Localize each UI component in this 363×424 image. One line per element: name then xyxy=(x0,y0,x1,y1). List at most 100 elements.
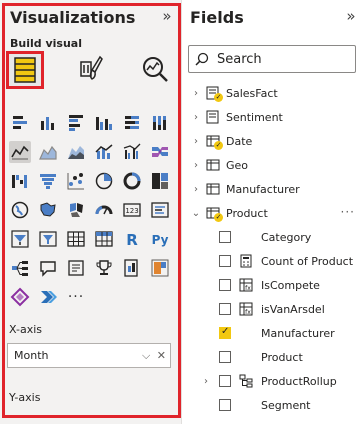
matrix-icon[interactable] xyxy=(93,228,115,250)
field-row-iscompete[interactable]: fx IsCompete xyxy=(182,274,363,296)
field-checkbox[interactable] xyxy=(219,231,231,243)
r-script-visual-icon[interactable]: R xyxy=(121,228,143,250)
area-chart-icon[interactable] xyxy=(37,141,59,163)
field-label: isVanArsdel xyxy=(261,302,325,316)
qna-icon[interactable] xyxy=(37,257,59,279)
funnel-chart-icon[interactable] xyxy=(37,170,59,192)
chevron-down-icon[interactable]: ⌵ xyxy=(142,349,150,362)
checked-badge-icon: ✓ xyxy=(214,141,223,150)
build-visual-button[interactable] xyxy=(6,51,44,89)
100-stacked-column-chart-icon[interactable] xyxy=(149,112,171,134)
table-row-product[interactable]: ⌄ ✓ Product ··· xyxy=(182,202,363,224)
format-visual-button[interactable] xyxy=(76,50,112,90)
calculator-icon xyxy=(239,254,253,268)
smart-narrative-icon[interactable] xyxy=(65,257,87,279)
field-row-isvanarsdel[interactable]: fx isVanArsdel xyxy=(182,298,363,320)
map-icon[interactable] xyxy=(9,199,31,221)
trophy-icon[interactable] xyxy=(93,257,115,279)
chevron-right-icon[interactable]: › xyxy=(190,184,202,195)
magnifier-chart-icon xyxy=(143,57,168,82)
card-icon[interactable]: 123 xyxy=(121,199,143,221)
collapse-visualizations-icon[interactable]: » xyxy=(158,8,176,26)
field-row-product[interactable]: Product xyxy=(182,346,363,368)
more-options-icon[interactable]: ··· xyxy=(341,205,355,219)
table-row-date[interactable]: › ✓ Date xyxy=(182,130,363,152)
treemap-icon[interactable] xyxy=(149,170,171,192)
paint-brush-icon xyxy=(80,55,103,80)
clustered-bar-chart-icon[interactable] xyxy=(65,112,87,134)
multi-row-card-icon[interactable] xyxy=(149,199,171,221)
pie-chart-icon[interactable] xyxy=(93,170,115,192)
search-placeholder: Search xyxy=(217,52,262,67)
analytics-button[interactable] xyxy=(140,50,176,90)
table-icon xyxy=(206,157,222,173)
slicer-icon[interactable] xyxy=(37,228,59,250)
clustered-column-chart-icon[interactable] xyxy=(93,112,115,134)
scatter-chart-icon[interactable] xyxy=(65,170,87,192)
field-row-manufacturer[interactable]: Manufacturer xyxy=(182,322,363,344)
table-row-salesfact[interactable]: › ✓ SalesFact xyxy=(182,82,363,104)
field-row-segment[interactable]: Segment xyxy=(182,394,363,416)
chevron-down-icon[interactable]: ⌄ xyxy=(190,208,202,219)
waterfall-chart-icon[interactable] xyxy=(9,170,31,192)
table-icon[interactable] xyxy=(65,228,87,250)
power-apps-icon[interactable] xyxy=(9,286,31,308)
line-and-column-chart-icon[interactable] xyxy=(93,141,115,163)
table-row-sentiment[interactable]: › Sentiment xyxy=(182,106,363,128)
ribbon-chart-icon[interactable] xyxy=(149,141,171,163)
x-axis-label: X-axis xyxy=(9,323,42,336)
chevron-right-icon[interactable]: › xyxy=(190,136,202,147)
paginated-report-icon[interactable] xyxy=(121,257,143,279)
visualizations-title: Visualizations xyxy=(10,8,136,27)
chevron-right-icon[interactable]: › xyxy=(190,88,202,99)
stacked-bar-chart-icon[interactable] xyxy=(9,112,31,134)
donut-chart-icon[interactable] xyxy=(121,170,143,192)
table-icon: ✓ xyxy=(206,133,223,150)
table-row-manufacturer[interactable]: › Manufacturer xyxy=(182,178,363,200)
table-row-geo[interactable]: › Geo xyxy=(182,154,363,176)
field-label: ProductRollup xyxy=(261,374,337,388)
close-icon[interactable]: ✕ xyxy=(157,349,166,362)
power-apps-visual-icon[interactable] xyxy=(149,257,171,279)
field-checkbox[interactable] xyxy=(219,375,231,387)
hierarchy-icon xyxy=(239,374,253,388)
gauge-icon[interactable] xyxy=(93,199,115,221)
filled-map-icon[interactable] xyxy=(37,199,59,221)
key-influencers-icon[interactable] xyxy=(9,257,31,279)
field-checkbox[interactable] xyxy=(219,279,231,291)
stacked-column-chart-icon[interactable] xyxy=(37,112,59,134)
field-row-count-of-product[interactable]: Count of Product xyxy=(182,250,363,272)
line-and-clustered-column-chart-icon[interactable] xyxy=(121,141,143,163)
svg-text:R: R xyxy=(126,231,138,249)
chevron-right-icon[interactable]: › xyxy=(190,112,202,123)
table-label: Manufacturer xyxy=(226,182,300,196)
100-stacked-bar-chart-icon[interactable] xyxy=(121,112,143,134)
field-checkbox[interactable] xyxy=(219,351,231,363)
python-visual-icon[interactable]: Py xyxy=(149,228,171,250)
table-label: SalesFact xyxy=(226,86,278,100)
collapse-fields-icon[interactable]: » xyxy=(342,8,360,26)
stacked-area-chart-icon[interactable] xyxy=(65,141,87,163)
chevron-right-icon[interactable]: › xyxy=(190,160,202,171)
x-axis-field-pill[interactable]: Month ⌵ ✕ xyxy=(7,343,171,368)
more-visuals-icon[interactable]: ··· xyxy=(65,286,87,308)
svg-text:Py: Py xyxy=(152,233,169,247)
field-checkbox[interactable] xyxy=(219,303,231,315)
field-row-category[interactable]: Category xyxy=(182,226,363,248)
power-automate-icon[interactable] xyxy=(37,286,59,308)
field-label: IsCompete xyxy=(261,278,320,292)
build-visual-label: Build visual xyxy=(10,37,82,50)
table-icon xyxy=(206,181,222,197)
field-checkbox[interactable] xyxy=(219,399,231,411)
kpi-icon[interactable] xyxy=(9,228,31,250)
visual-type-grid: 123 R Py ··· xyxy=(9,112,172,310)
field-label: Category xyxy=(261,230,312,244)
svg-text:fx: fx xyxy=(245,309,251,316)
field-row-productrollup[interactable]: › ProductRollup xyxy=(182,370,363,392)
table-label: Date xyxy=(226,134,253,148)
fields-search-input[interactable]: Search xyxy=(188,45,356,73)
line-chart-icon[interactable] xyxy=(9,141,31,163)
field-checkbox-checked[interactable] xyxy=(219,326,231,339)
shape-map-icon[interactable] xyxy=(65,199,87,221)
field-checkbox[interactable] xyxy=(219,255,231,267)
